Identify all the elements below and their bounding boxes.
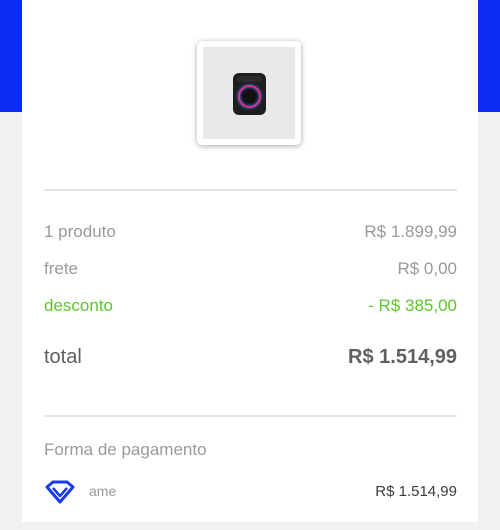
payment-method-row[interactable]: ame R$ 1.514,99	[44, 479, 457, 505]
discount-value: - R$ 385,00	[368, 296, 457, 315]
shipping-label: frete	[44, 259, 79, 278]
payment-section-title: Forma de pagamento	[44, 440, 207, 459]
payment-method-label: ame	[89, 483, 117, 499]
order-summary-card: 1 produto R$ 1.899,99 frete R$ 0,00 desc…	[22, 0, 478, 522]
divider	[44, 415, 457, 417]
divider	[44, 189, 457, 191]
products-label: 1 produto	[44, 222, 116, 241]
ame-diamond-icon	[45, 480, 75, 504]
product-image	[203, 47, 295, 139]
shipping-value: R$ 0,00	[397, 259, 457, 278]
discount-label: desconto	[44, 296, 113, 315]
total-label: total	[44, 346, 82, 368]
product-thumbnail[interactable]	[197, 41, 301, 145]
speaker-product-image	[233, 73, 266, 115]
total-value: R$ 1.514,99	[348, 346, 457, 368]
payment-amount: R$ 1.514,99	[375, 483, 457, 500]
products-value: R$ 1.899,99	[364, 222, 457, 241]
